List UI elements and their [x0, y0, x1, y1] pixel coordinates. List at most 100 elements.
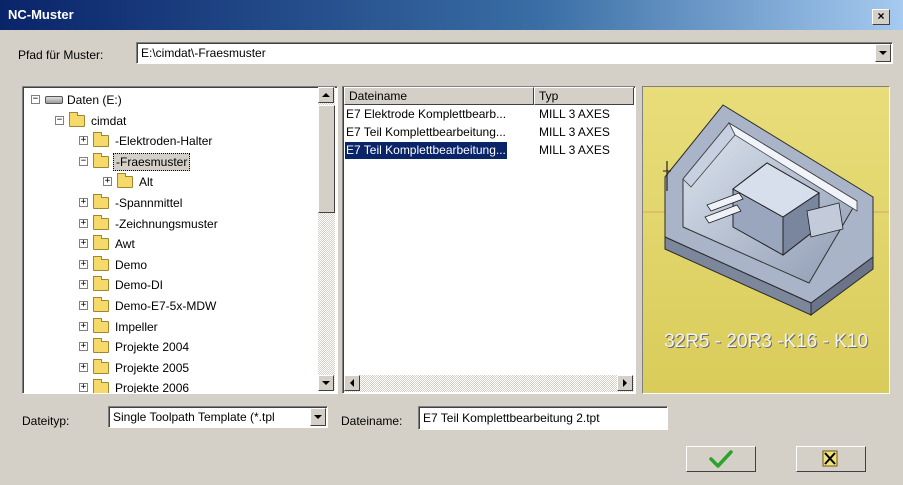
filename-input[interactable]: E7 Teil Komplettbearbeitung 2.tpt [418, 406, 668, 430]
filetype-dropdown-button[interactable] [310, 408, 326, 426]
tree-node-label: Alt [139, 175, 154, 190]
tree-node-label: Impeller [115, 319, 158, 334]
file-name-cell: E7 Teil Komplettbearbeitung... [345, 142, 507, 159]
collapse-icon[interactable]: − [79, 156, 88, 166]
chevron-down-icon [314, 415, 322, 419]
tree-scroll-thumb[interactable] [318, 105, 335, 213]
expand-icon[interactable]: + [79, 280, 88, 290]
tree-node[interactable]: + Alt [23, 172, 319, 192]
folder-icon [93, 255, 109, 271]
filetype-combobox[interactable]: Single Toolpath Template (*.tpl [108, 406, 328, 428]
file-type-cell: MILL 3 AXES [539, 107, 610, 121]
filename-value: E7 Teil Komplettbearbeitung 2.tpt [423, 411, 600, 425]
tree-node[interactable]: + Projekte 2004 [23, 337, 319, 357]
folder-icon [93, 132, 109, 148]
tree-node-label: -Zeichnungsmuster [115, 216, 218, 231]
folder-icon [93, 194, 109, 209]
tree-scroll-up-button[interactable] [318, 87, 334, 103]
tree-node-label: Projekte 2005 [115, 360, 190, 375]
drive-icon [45, 96, 63, 104]
folder-icon [93, 214, 109, 230]
folder-icon [93, 297, 109, 312]
chevron-down-icon [879, 51, 887, 55]
file-list-row[interactable]: E7 Elektrode Komplettbearb... MILL 3 AXES [343, 106, 635, 123]
column-header-type[interactable]: Typ [534, 87, 634, 105]
tree-node[interactable]: − -Fraesmuster [23, 152, 319, 172]
tree-node-label: cimdat [91, 113, 127, 128]
folder-icon [93, 379, 109, 393]
file-name-cell: E7 Teil Komplettbearbeitung... [346, 125, 506, 139]
folder-icon [93, 317, 109, 333]
tree-scroll-down-button[interactable] [318, 375, 334, 391]
expand-icon[interactable]: + [79, 218, 88, 228]
folder-icon [117, 173, 133, 189]
path-combobox[interactable]: E:\cimdat\-Fraesmuster [136, 42, 893, 64]
filetype-value: Single Toolpath Template (*.tpl [113, 410, 275, 424]
file-name-cell: E7 Elektrode Komplettbearb... [346, 107, 507, 121]
arrow-down-icon [322, 381, 330, 385]
tree-node[interactable]: + Projekte 2005 [23, 358, 319, 378]
tree-node[interactable]: + -Zeichnungsmuster [23, 214, 319, 234]
tree-node[interactable]: + Demo-DI [23, 275, 319, 295]
tree-node[interactable]: + Demo-E7-5x-MDW [23, 296, 319, 316]
tree-node[interactable]: + Demo [23, 255, 319, 275]
expand-icon[interactable]: + [79, 301, 88, 310]
file-list-row[interactable]: E7 Teil Komplettbearbeitung... MILL 3 AXE… [343, 142, 635, 159]
tree-node-label: -Spannmittel [115, 196, 183, 210]
expand-icon[interactable]: + [79, 259, 88, 269]
path-value: E:\cimdat\-Fraesmuster [141, 46, 266, 60]
tree-node-label: Daten (E:) [67, 93, 122, 107]
folder-icon [93, 358, 109, 374]
file-list-scrollbar[interactable] [344, 375, 634, 392]
expand-icon[interactable]: + [79, 383, 88, 393]
file-list[interactable]: Dateiname Typ E7 Elektrode Komplettbearb… [342, 86, 636, 394]
window-title: NC-Muster [8, 7, 74, 22]
tree-node[interactable]: + -Spannmittel [23, 193, 319, 213]
tree-node[interactable]: − Daten (E:) [23, 90, 319, 110]
tree-node[interactable]: − cimdat [23, 111, 319, 131]
filetype-label: Dateityp: [22, 414, 70, 428]
tree-node-label: Demo [115, 257, 148, 272]
folder-tree[interactable]: − Daten (E:) − cimdat + -Elektroden-Halter − -F… [22, 86, 338, 394]
tree-node[interactable]: + -Elektroden-Halter [23, 131, 319, 151]
ok-button[interactable] [686, 446, 756, 472]
tree-node-label: -Fraesmuster [113, 152, 191, 171]
folder-open-icon [93, 152, 109, 168]
filename-label: Dateiname: [341, 414, 403, 428]
file-type-cell: MILL 3 AXES [539, 143, 610, 157]
column-header-name[interactable]: Dateiname [344, 87, 534, 105]
title-bar [0, 0, 903, 30]
tree-node[interactable]: + Projekte 2006 [23, 378, 319, 394]
tree-node-label: Projekte 2004 [115, 340, 190, 355]
cancel-icon [822, 450, 838, 467]
expand-icon[interactable]: + [79, 136, 88, 146]
preview-caption: 32R5 - 20R3 -K16 - K10 [664, 331, 868, 352]
expand-icon[interactable]: + [79, 239, 88, 249]
tree-node[interactable]: + Impeller [23, 317, 319, 337]
expand-icon[interactable]: + [79, 342, 88, 352]
expand-icon[interactable]: + [79, 321, 88, 331]
close-icon: × [877, 9, 885, 23]
tree-node-label: Demo-E7-5x-MDW [115, 299, 217, 313]
file-scroll-right-button[interactable] [617, 375, 633, 391]
expand-icon[interactable]: + [79, 362, 88, 372]
file-type-cell: MILL 3 AXES [539, 125, 610, 139]
tree-node-label: Projekte 2006 [115, 381, 190, 394]
collapse-icon[interactable]: − [55, 115, 64, 125]
file-scroll-left-button[interactable] [344, 375, 360, 391]
expand-icon[interactable]: + [103, 177, 112, 187]
folder-icon [93, 235, 109, 251]
close-button[interactable]: × [872, 9, 890, 25]
cancel-button[interactable] [796, 446, 866, 472]
path-dropdown-button[interactable] [875, 44, 891, 62]
arrow-left-icon [350, 379, 354, 387]
expand-icon[interactable]: + [79, 198, 88, 207]
file-list-row[interactable]: E7 Teil Komplettbearbeitung... MILL 3 AXE… [343, 124, 635, 141]
arrow-up-icon [322, 93, 330, 97]
tree-node-label: Awt [115, 237, 135, 252]
template-preview: 32R5 - 20R3 -K16 - K10 [642, 86, 890, 394]
collapse-icon[interactable]: − [31, 95, 40, 104]
folder-icon [93, 338, 109, 354]
tree-node[interactable]: + Awt [23, 234, 319, 254]
folder-icon [93, 276, 109, 292]
